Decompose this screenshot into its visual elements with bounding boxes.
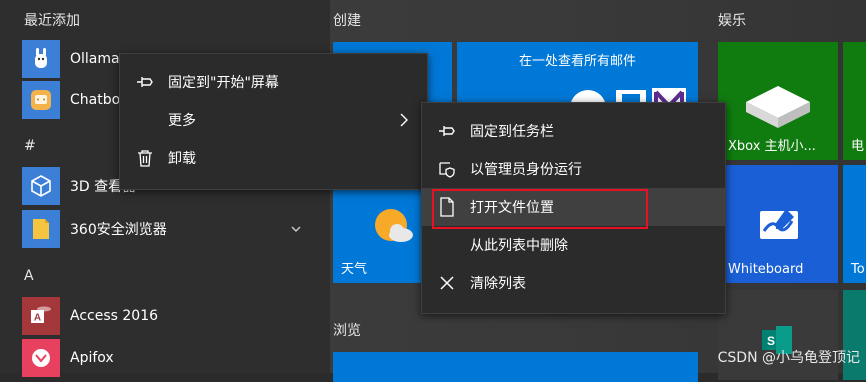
pin-icon bbox=[134, 71, 156, 93]
menu-item-more[interactable]: 更多 bbox=[120, 101, 427, 139]
xbox-console-icon bbox=[746, 86, 810, 128]
access-icon: A bbox=[22, 297, 60, 335]
pin-taskbar-label: 固定到任务栏 bbox=[470, 124, 554, 140]
tile-xbox[interactable]: Xbox 主机小... bbox=[718, 42, 838, 160]
access-label: Access 2016 bbox=[70, 308, 159, 324]
letter-header-a[interactable]: A bbox=[24, 268, 34, 284]
shield-icon bbox=[436, 158, 458, 180]
uninstall-label: 卸载 bbox=[168, 151, 196, 167]
menu-item-uninstall[interactable]: 卸载 bbox=[120, 139, 427, 177]
chevron-right-icon bbox=[400, 113, 408, 127]
apifox-label: Apifox bbox=[70, 350, 114, 366]
more-label: 更多 bbox=[168, 113, 196, 129]
ollama-icon bbox=[22, 40, 60, 78]
chevron-down-icon[interactable] bbox=[290, 223, 302, 235]
svg-text:S: S bbox=[767, 334, 775, 348]
app-apifox[interactable]: Apifox bbox=[22, 339, 322, 377]
trash-icon bbox=[134, 147, 156, 169]
svg-text:A: A bbox=[34, 313, 41, 324]
tile-whiteboard[interactable]: Whiteboard bbox=[718, 165, 838, 283]
menu-item-clear-list[interactable]: 清除列表 bbox=[422, 264, 725, 302]
run-admin-label: 以管理员身份运行 bbox=[470, 162, 582, 178]
weather-icon bbox=[375, 209, 413, 242]
section-entertainment: 娱乐 bbox=[718, 13, 746, 29]
whiteboard-icon bbox=[760, 209, 798, 239]
menu-item-pin-taskbar[interactable]: 固定到任务栏 bbox=[422, 112, 725, 150]
chatbox-icon bbox=[22, 81, 60, 119]
tile-cut-1[interactable]: 电 bbox=[843, 42, 866, 160]
cut-tile-2-label: To bbox=[851, 262, 865, 277]
context-menu: 固定到"开始"屏幕 更多 卸载 bbox=[119, 53, 428, 190]
360-browser-label: 360安全浏览器 bbox=[70, 222, 167, 238]
menu-item-pin-start[interactable]: 固定到"开始"屏幕 bbox=[120, 63, 427, 101]
mail-tile-label: 在一处查看所有邮件 bbox=[518, 54, 636, 69]
menu-item-remove-list[interactable]: 从此列表中删除 bbox=[422, 226, 725, 264]
weather-tile-label: 天气 bbox=[341, 262, 368, 277]
tile-cut-2[interactable]: To bbox=[843, 165, 866, 283]
apifox-icon bbox=[22, 339, 60, 377]
pin-start-label: 固定到"开始"屏幕 bbox=[168, 75, 279, 91]
app-access[interactable]: A Access 2016 bbox=[22, 297, 322, 335]
section-browse: 浏览 bbox=[333, 323, 361, 339]
clear-list-label: 清除列表 bbox=[470, 276, 526, 292]
close-icon bbox=[436, 272, 458, 294]
app-360-browser[interactable]: 360安全浏览器 bbox=[22, 210, 322, 248]
ollama-label: Ollama bbox=[70, 51, 120, 67]
section-create: 创建 bbox=[333, 13, 361, 29]
folder-icon bbox=[22, 210, 60, 248]
cut-tile-1-label: 电 bbox=[851, 139, 865, 154]
cube-icon bbox=[22, 167, 60, 205]
pin-icon bbox=[436, 120, 458, 142]
letter-header-hash[interactable]: # bbox=[24, 138, 36, 154]
xbox-tile-label: Xbox 主机小... bbox=[728, 139, 816, 154]
watermark: CSDN @小乌龟登顶记 bbox=[717, 350, 860, 366]
remove-list-label: 从此列表中删除 bbox=[470, 238, 568, 254]
tile-browse[interactable] bbox=[333, 352, 698, 382]
whiteboard-tile-label: Whiteboard bbox=[728, 262, 804, 277]
section-recent: 最近添加 bbox=[24, 13, 80, 29]
highlight-box bbox=[432, 189, 648, 229]
menu-item-run-admin[interactable]: 以管理员身份运行 bbox=[422, 150, 725, 188]
